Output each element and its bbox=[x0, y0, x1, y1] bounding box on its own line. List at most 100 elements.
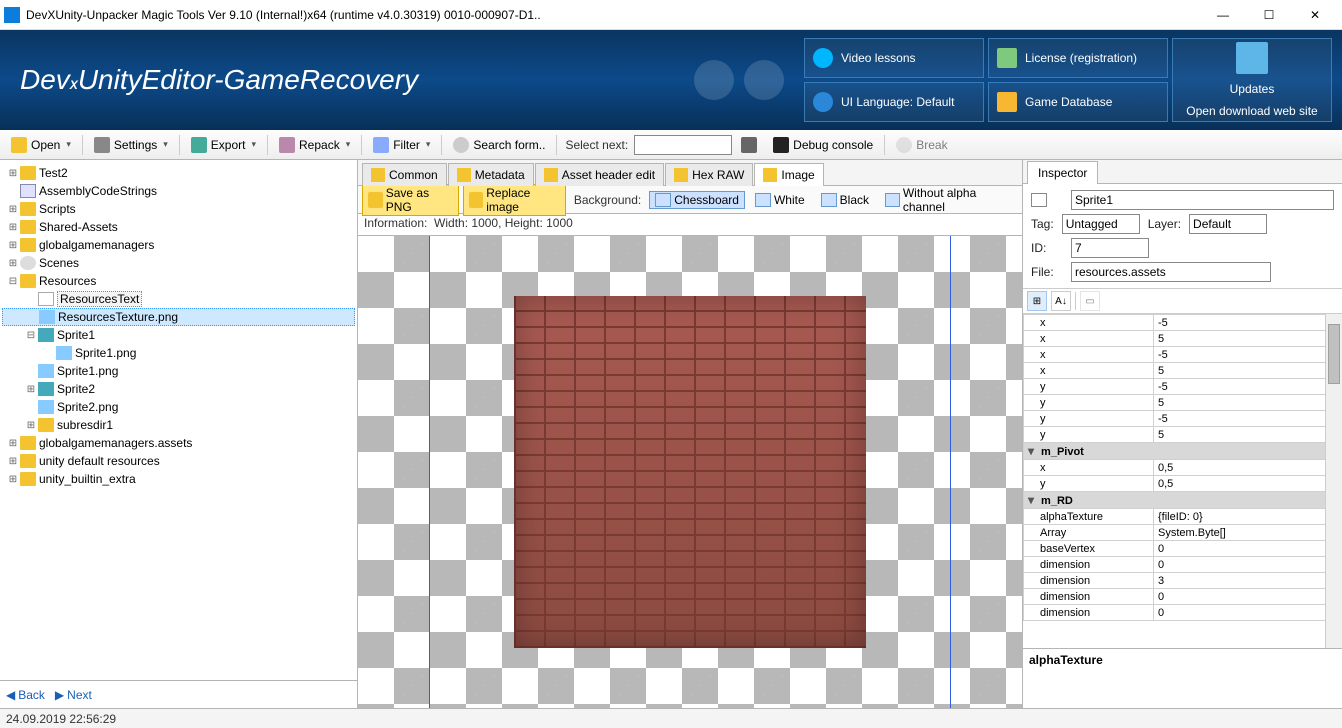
property-scrollbar[interactable] bbox=[1325, 314, 1342, 648]
ui-language-button[interactable]: UI Language: Default bbox=[804, 82, 984, 122]
sprite-icon bbox=[38, 328, 54, 342]
file-input[interactable] bbox=[1071, 262, 1271, 282]
tree-node[interactable]: AssemblyCodeStrings bbox=[2, 182, 355, 200]
tree-node[interactable]: ⊞Scripts bbox=[2, 200, 355, 218]
viewer-tab-asset-header-edit[interactable]: Asset header edit bbox=[535, 163, 664, 186]
property-row[interactable]: y0,5 bbox=[1024, 476, 1342, 492]
bg-black-option[interactable]: Black bbox=[815, 191, 875, 209]
back-button[interactable]: ◀ Back bbox=[6, 688, 45, 702]
tree-toggle[interactable]: ⊟ bbox=[6, 276, 20, 287]
tree-toggle[interactable]: ⊞ bbox=[6, 204, 20, 215]
tree-node[interactable]: ⊞unity_builtin_extra bbox=[2, 470, 355, 488]
settings-button[interactable]: Settings▾ bbox=[87, 134, 175, 156]
bg-white-option[interactable]: White bbox=[749, 191, 811, 209]
image-canvas[interactable] bbox=[358, 236, 1022, 708]
game-database-button[interactable]: Game Database bbox=[988, 82, 1168, 122]
tree-node[interactable]: Sprite2.png bbox=[2, 398, 355, 416]
property-pages-button[interactable]: ▭ bbox=[1080, 291, 1100, 311]
property-row[interactable]: ▾ m_Pivot bbox=[1024, 443, 1342, 460]
property-row[interactable]: dimension3 bbox=[1024, 573, 1342, 589]
tree-toggle[interactable]: ⊞ bbox=[6, 168, 20, 179]
layer-input[interactable] bbox=[1189, 214, 1267, 234]
break-button[interactable]: Break bbox=[889, 134, 954, 156]
tree-toggle[interactable]: ⊞ bbox=[24, 420, 38, 431]
property-row[interactable]: x5 bbox=[1024, 363, 1342, 379]
tree-toggle[interactable]: ⊞ bbox=[6, 438, 20, 449]
tree-node[interactable]: ⊞subresdir1 bbox=[2, 416, 355, 434]
tree-toggle[interactable]: ⊞ bbox=[6, 222, 20, 233]
tree-node[interactable]: ⊞globalgamemanagers bbox=[2, 236, 355, 254]
tree-node[interactable]: ⊞Test2 bbox=[2, 164, 355, 182]
asset-tree[interactable]: ⊞Test2AssemblyCodeStrings⊞Scripts⊞Shared… bbox=[0, 160, 357, 680]
save-as-png-button[interactable]: Save as PNG bbox=[362, 184, 459, 216]
tree-toggle[interactable]: ⊞ bbox=[6, 240, 20, 251]
tree-node[interactable]: ⊟Resources bbox=[2, 272, 355, 290]
property-row[interactable]: ▾ m_RD bbox=[1024, 492, 1342, 509]
property-row[interactable]: y5 bbox=[1024, 427, 1342, 443]
inspector-tab[interactable]: Inspector bbox=[1027, 161, 1098, 184]
property-grid[interactable]: x-5x5x-5x5y-5y5y-5y5▾ m_Pivotx0,5y0,5▾ m… bbox=[1023, 314, 1342, 648]
tree-node[interactable]: ⊟Sprite1 bbox=[2, 326, 355, 344]
property-row[interactable]: ArraySystem.Byte[] bbox=[1024, 525, 1342, 541]
open-button[interactable]: Open▾ bbox=[4, 134, 78, 156]
tree-node[interactable]: ⊞unity default resources bbox=[2, 452, 355, 470]
object-name-input[interactable] bbox=[1071, 190, 1334, 210]
export-button[interactable]: Export▾ bbox=[184, 134, 263, 156]
tree-node[interactable]: ⊞Shared-Assets bbox=[2, 218, 355, 236]
property-row[interactable]: y-5 bbox=[1024, 379, 1342, 395]
folder-icon bbox=[38, 418, 54, 432]
property-row[interactable]: y5 bbox=[1024, 395, 1342, 411]
repack-button[interactable]: Repack▾ bbox=[272, 134, 357, 156]
property-row[interactable]: x0,5 bbox=[1024, 460, 1342, 476]
property-row[interactable]: baseVertex0 bbox=[1024, 541, 1342, 557]
tag-input[interactable] bbox=[1062, 214, 1140, 234]
viewer-tab-metadata[interactable]: Metadata bbox=[448, 163, 534, 186]
select-next-input[interactable] bbox=[634, 135, 732, 155]
tab-icon bbox=[371, 168, 385, 182]
viewer-tab-hex-raw[interactable]: Hex RAW bbox=[665, 163, 753, 186]
tree-toggle[interactable]: ⊞ bbox=[6, 258, 20, 269]
tree-toggle[interactable]: ⊞ bbox=[24, 384, 38, 395]
video-lessons-button[interactable]: Video lessons bbox=[804, 38, 984, 78]
viewer-tab-image[interactable]: Image bbox=[754, 163, 823, 186]
property-row[interactable]: x-5 bbox=[1024, 347, 1342, 363]
bg-noalpha-option[interactable]: Without alpha channel bbox=[879, 184, 1018, 216]
tree-node[interactable]: ResourcesText bbox=[2, 290, 355, 308]
property-row[interactable]: x-5 bbox=[1024, 315, 1342, 331]
property-row[interactable]: dimension0 bbox=[1024, 605, 1342, 621]
next-button[interactable]: ▶ Next bbox=[55, 688, 92, 702]
license-button[interactable]: License (registration) bbox=[988, 38, 1168, 78]
maximize-button[interactable]: ☐ bbox=[1246, 0, 1292, 30]
search-form-button[interactable]: Search form.. bbox=[446, 134, 552, 156]
find-button[interactable] bbox=[734, 134, 764, 156]
tree-node[interactable]: ⊞Sprite2 bbox=[2, 380, 355, 398]
tree-toggle[interactable]: ⊞ bbox=[6, 474, 20, 485]
bg-chessboard-option[interactable]: Chessboard bbox=[649, 191, 745, 209]
debug-console-button[interactable]: Debug console bbox=[766, 134, 880, 156]
property-row[interactable]: alphaTexture{fileID: 0} bbox=[1024, 509, 1342, 525]
tree-node[interactable]: ⊞Scenes bbox=[2, 254, 355, 272]
property-row[interactable]: dimension0 bbox=[1024, 557, 1342, 573]
updates-button[interactable]: Updates Open download web site bbox=[1172, 38, 1332, 122]
ui-language-label: UI Language: Default bbox=[841, 95, 954, 109]
tree-node[interactable]: ResourcesTexture.png bbox=[2, 308, 355, 326]
enabled-checkbox[interactable] bbox=[1031, 193, 1047, 207]
id-input[interactable] bbox=[1071, 238, 1149, 258]
property-description: alphaTexture bbox=[1023, 648, 1342, 708]
property-row[interactable]: dimension0 bbox=[1024, 589, 1342, 605]
minimize-button[interactable]: — bbox=[1200, 0, 1246, 30]
tree-toggle[interactable]: ⊞ bbox=[6, 456, 20, 467]
filter-button[interactable]: Filter▾ bbox=[366, 134, 437, 156]
replace-image-button[interactable]: Replace image bbox=[463, 184, 566, 216]
property-row[interactable]: y-5 bbox=[1024, 411, 1342, 427]
categorized-button[interactable]: ⊞ bbox=[1027, 291, 1047, 311]
property-row[interactable]: x5 bbox=[1024, 331, 1342, 347]
tree-node[interactable]: Sprite1.png bbox=[2, 362, 355, 380]
viewer-tab-common[interactable]: Common bbox=[362, 163, 447, 186]
tree-toggle[interactable]: ⊟ bbox=[24, 330, 38, 341]
close-button[interactable]: ✕ bbox=[1292, 0, 1338, 30]
tree-label: ResourcesText bbox=[57, 291, 142, 307]
tree-node[interactable]: Sprite1.png bbox=[2, 344, 355, 362]
alphabetical-button[interactable]: A↓ bbox=[1051, 291, 1071, 311]
tree-node[interactable]: ⊞globalgamemanagers.assets bbox=[2, 434, 355, 452]
